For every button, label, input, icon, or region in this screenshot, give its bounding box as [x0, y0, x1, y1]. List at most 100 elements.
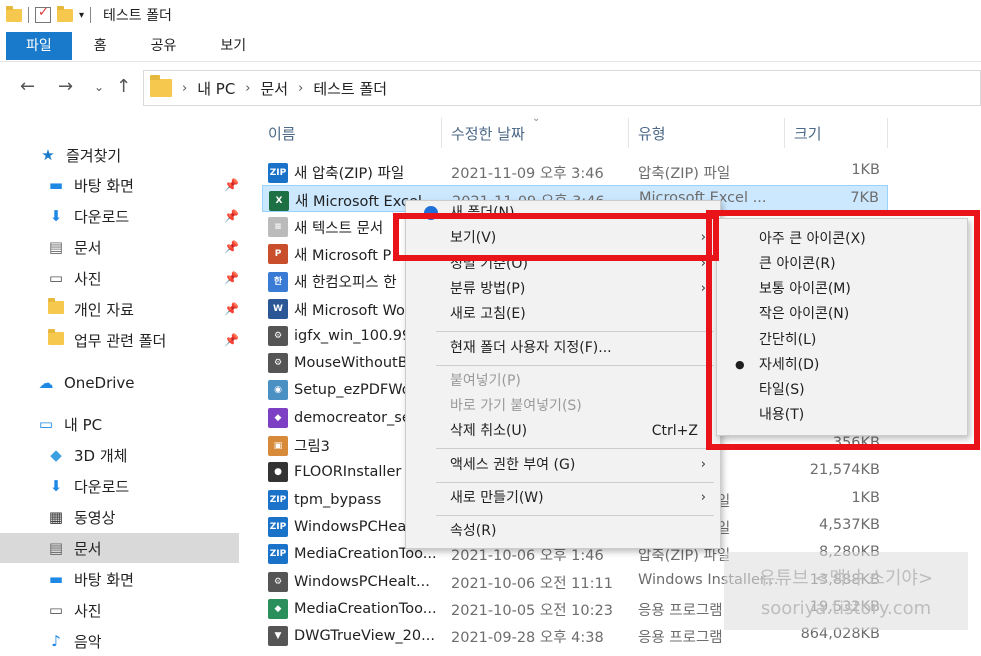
sidebar-item-desktop-pc[interactable]: ▬ 바탕 화면 [0, 564, 240, 594]
menu-item-label: 현재 폴더 사용자 지정(F)... [450, 340, 612, 356]
chevron-right-icon[interactable]: › [182, 81, 187, 96]
document-icon: ▤ [48, 238, 64, 256]
sort-arrow-icon: ⌄ [532, 113, 541, 124]
breadcrumb-test-folder[interactable]: 테스트 폴더 [313, 78, 387, 99]
sidebar-item-personal[interactable]: 개인 자료 📌 [0, 294, 240, 324]
sidebar-item-label: 다운로드 [74, 477, 130, 496]
menu-item-properties[interactable]: 속성(R) [406, 519, 720, 543]
pictures-icon: ▭ [48, 269, 64, 287]
breadcrumb-this-pc[interactable]: 내 PC [197, 78, 235, 99]
up-icon[interactable]: ↑ [116, 76, 131, 97]
tab-share[interactable]: 공유 [129, 32, 199, 60]
column-divider[interactable] [441, 118, 442, 148]
chevron-right-icon[interactable]: › [298, 81, 303, 96]
pin-icon[interactable]: 📌 [224, 178, 239, 192]
file-name-text: 새 Microsoft P [294, 247, 392, 264]
sidebar-item-pictures-pc[interactable]: ▭ 사진 [0, 595, 240, 625]
sidebar-item-favorites[interactable]: ★ 즐겨찾기 [0, 140, 240, 170]
installer-icon: ⚙ [268, 353, 288, 374]
file-row[interactable]: ZIP 새 압축(ZIP) 파일 2021-11-09 오후 3:46 압축(ZIP)… [262, 158, 888, 185]
pin-icon[interactable]: 📌 [224, 240, 239, 254]
menu-item-paste: 붙여넣기(P) [406, 369, 720, 393]
highlight-box-view-submenu [706, 210, 980, 450]
file-name-text: Setup_ezPDFWo [294, 382, 411, 399]
sidebar-item-label: OneDrive [64, 374, 135, 392]
forward-icon[interactable]: → [58, 76, 73, 97]
customize-quick-access-icon[interactable]: ▾ [79, 10, 84, 21]
file-type: 응용 프로그램 [638, 630, 723, 647]
sidebar-item-downloads-pc[interactable]: ⬇ 다운로드 [0, 471, 240, 501]
file-name-text: DWGTrueView_20... [294, 628, 435, 645]
sidebar-item-pictures[interactable]: ▭ 사진 📌 [0, 263, 240, 293]
file-name-text: WindowsPCHea [294, 518, 407, 535]
sidebar-item-videos[interactable]: ▦ 동영상 [0, 502, 240, 532]
column-header-name[interactable]: 이름 [268, 118, 296, 148]
sidebar-item-label: 동영상 [74, 508, 116, 527]
zip-icon: ZIP [268, 162, 288, 183]
column-divider[interactable] [628, 118, 629, 148]
column-header-date[interactable]: 수정한 날짜 [451, 118, 525, 148]
sidebar-item-documents[interactable]: ▤ 문서 📌 [0, 232, 240, 262]
menu-item-shortcut: Ctrl+Z [651, 423, 698, 439]
sidebar-item-label: 사진 [74, 601, 102, 620]
menu-item-label: 새로 고침(E) [450, 306, 526, 322]
tab-home[interactable]: 홈 [72, 32, 129, 60]
pin-icon[interactable]: 📌 [224, 271, 239, 285]
sidebar-item-onedrive[interactable]: ☁ OneDrive [0, 368, 240, 398]
new-folder-icon[interactable] [57, 5, 73, 22]
sidebar-item-downloads[interactable]: ⬇ 다운로드 📌 [0, 201, 240, 231]
recent-locations-icon[interactable]: ⌄ [94, 80, 104, 94]
sidebar-item-3d-objects[interactable]: ◆ 3D 개체 [0, 440, 240, 470]
file-name-text: MouseWithoutB [294, 355, 408, 372]
sidebar-item-documents-pc[interactable]: ▤ 문서 [0, 533, 239, 563]
setup-icon: ◉ [268, 380, 288, 401]
column-header-type[interactable]: 유형 [638, 118, 666, 148]
column-header-size[interactable]: 크기 [794, 118, 822, 148]
back-icon[interactable]: ← [20, 76, 35, 97]
file-name-text: MediaCreationToo... [294, 600, 437, 617]
menu-item-new[interactable]: 새로 만들기(W) › [406, 486, 720, 510]
menu-item-group-by[interactable]: 분류 방법(P) › [406, 277, 720, 301]
tab-view[interactable]: 보기 [198, 32, 268, 60]
pin-icon[interactable]: 📌 [224, 333, 239, 347]
chevron-right-icon[interactable]: › [245, 81, 250, 96]
file-name: ⚙ WindowsPCHealt... [268, 571, 438, 592]
pin-icon[interactable]: 📌 [224, 302, 239, 316]
excel-icon: X [269, 190, 289, 211]
menu-divider [436, 331, 714, 332]
folder-icon [46, 298, 66, 318]
text-doc-icon: ≡ [268, 217, 288, 238]
file-size: 4,537KB [819, 516, 880, 533]
divider [28, 7, 29, 23]
folder-icon [150, 75, 172, 97]
folder-icon [6, 5, 22, 22]
properties-icon[interactable] [35, 5, 51, 23]
pin-icon[interactable]: 📌 [224, 209, 239, 223]
sidebar-item-this-pc[interactable]: ▭ 내 PC [0, 409, 240, 439]
sidebar-item-work-folder[interactable]: 업무 관련 폴더 📌 [0, 325, 240, 355]
column-divider[interactable] [887, 118, 888, 148]
file-name: ◆ MediaCreationToo... [268, 598, 438, 619]
tab-file[interactable]: 파일 [6, 32, 72, 60]
app-icon: ● [268, 462, 288, 483]
column-divider[interactable] [784, 118, 785, 148]
address-bar[interactable]: › 내 PC › 문서 › 테스트 폴더 [143, 70, 981, 106]
menu-item-label: 바로 가기 붙여넣기(S) [450, 398, 582, 414]
menu-item-give-access[interactable]: 액세스 권한 부여 (G) › [406, 453, 720, 477]
sidebar-item-desktop[interactable]: ▬ 바탕 화면 📌 [0, 170, 240, 200]
installer-icon: ⚙ [268, 571, 288, 592]
window-title: 테스트 폴더 [103, 8, 172, 24]
image-icon: ▣ [268, 435, 288, 456]
file-name-text: igfx_win_100.99 [294, 327, 412, 344]
breadcrumb-documents[interactable]: 문서 [261, 78, 289, 99]
cube-icon: ◆ [50, 446, 62, 464]
menu-item-refresh[interactable]: 새로 고침(E) [406, 302, 720, 326]
document-icon: ▤ [48, 539, 64, 557]
sidebar-item-label: 업무 관련 폴더 [74, 331, 167, 350]
menu-item-customize-folder[interactable]: 현재 폴더 사용자 지정(F)... [406, 336, 720, 360]
sidebar-item-music[interactable]: ♪ 음악 [0, 626, 240, 656]
sidebar-item-label: 문서 [74, 238, 102, 257]
file-date: 2021-09-28 오후 4:38 [451, 630, 604, 647]
zip-icon: ZIP [268, 489, 288, 510]
menu-item-undo-delete[interactable]: 삭제 취소(U) Ctrl+Z [406, 419, 720, 443]
